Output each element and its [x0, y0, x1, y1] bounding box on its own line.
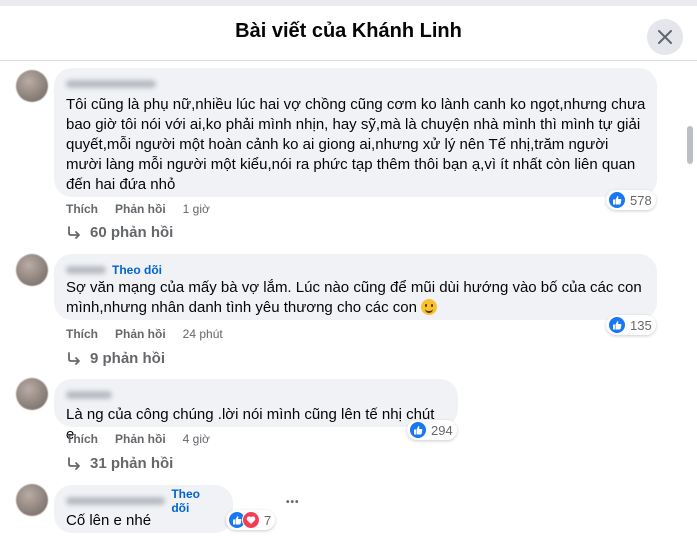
comment-actions: Thích Phản hồi 4 giờ — [66, 432, 210, 446]
author-name-blurred — [66, 391, 112, 399]
replies-count: 9 phản hồi — [90, 350, 165, 367]
reply-arrow-icon — [68, 456, 80, 470]
avatar[interactable] — [16, 484, 48, 516]
view-replies-link[interactable]: 9 phản hồi — [66, 350, 165, 367]
comment-author[interactable] — [66, 76, 645, 92]
replies-count: 60 phản hồi — [90, 224, 174, 241]
reaction-summary[interactable]: 135 — [606, 315, 656, 335]
reaction-count: 135 — [630, 317, 652, 333]
reaction-summary[interactable]: 294 — [407, 420, 457, 440]
like-button[interactable]: Thích — [66, 202, 98, 216]
comment-bubble: Là ng của công chúng .lời nói mình cũng … — [54, 379, 458, 443]
avatar[interactable] — [16, 378, 48, 410]
author-name-blurred[interactable] — [66, 497, 166, 505]
reaction-summary[interactable]: 578 — [606, 190, 656, 210]
comment-text: Tôi cũng là phụ nữ,nhiều lúc hai vợ chồn… — [66, 96, 646, 193]
comment-bubble: Theo dõi Sợ văn mạng của mấy bà vợ lắm. … — [54, 254, 657, 320]
comment-bubble: Theo dõi Cố lên e nhé — [54, 485, 233, 533]
comment-text: Sợ văn mạng của mấy bà vợ lắm. Lúc nào c… — [66, 279, 642, 316]
follow-button[interactable]: Theo dõi — [112, 263, 162, 277]
comment-timestamp[interactable]: 24 phút — [183, 327, 223, 341]
reaction-count: 294 — [431, 422, 453, 438]
view-replies-link[interactable]: 60 phản hồi — [66, 224, 173, 241]
author-name-blurred — [66, 80, 156, 88]
reply-button[interactable]: Phản hồi — [115, 432, 166, 446]
dialog-header: Bài viết của Khánh Linh — [0, 6, 697, 61]
comment-bubble: Tôi cũng là phụ nữ,nhiều lúc hai vợ chồn… — [54, 68, 657, 197]
scrollbar-thumb[interactable] — [687, 126, 693, 164]
close-icon — [658, 30, 672, 44]
comment-author: Theo dõi — [66, 487, 221, 515]
comment-actions: Thích Phản hồi 24 phút — [66, 327, 223, 341]
avatar[interactable] — [16, 254, 48, 286]
more-options-button[interactable]: ••• — [286, 497, 300, 508]
reaction-count: 578 — [630, 192, 652, 208]
reaction-count: 7 — [264, 512, 272, 528]
comment-timestamp[interactable]: 1 giờ — [183, 202, 210, 216]
like-icon — [608, 191, 626, 209]
heart-icon — [242, 511, 260, 529]
comment-actions: Thích Phản hồi 1 giờ — [66, 202, 210, 216]
replies-count: 31 phản hồi — [90, 455, 174, 472]
reply-arrow-icon — [68, 351, 80, 365]
close-button[interactable] — [647, 19, 683, 55]
reply-arrow-icon — [68, 225, 80, 239]
comment-author[interactable] — [66, 387, 446, 403]
reply-button[interactable]: Phản hồi — [115, 202, 166, 216]
dialog-title: Bài viết của Khánh Linh — [235, 20, 462, 42]
smile-emoji-icon — [421, 299, 438, 315]
like-button[interactable]: Thích — [66, 432, 98, 446]
avatar[interactable] — [16, 70, 48, 102]
comment-author: Theo dõi — [66, 262, 645, 278]
author-name-blurred[interactable] — [66, 266, 106, 274]
like-icon — [608, 316, 626, 334]
comment-timestamp[interactable]: 4 giờ — [183, 432, 210, 446]
view-replies-link[interactable]: 31 phản hồi — [66, 455, 173, 472]
like-button[interactable]: Thích — [66, 327, 98, 341]
reply-button[interactable]: Phản hồi — [115, 327, 166, 341]
like-icon — [409, 421, 427, 439]
reaction-summary[interactable]: 7 — [226, 510, 276, 530]
follow-button[interactable]: Theo dõi — [171, 487, 221, 515]
